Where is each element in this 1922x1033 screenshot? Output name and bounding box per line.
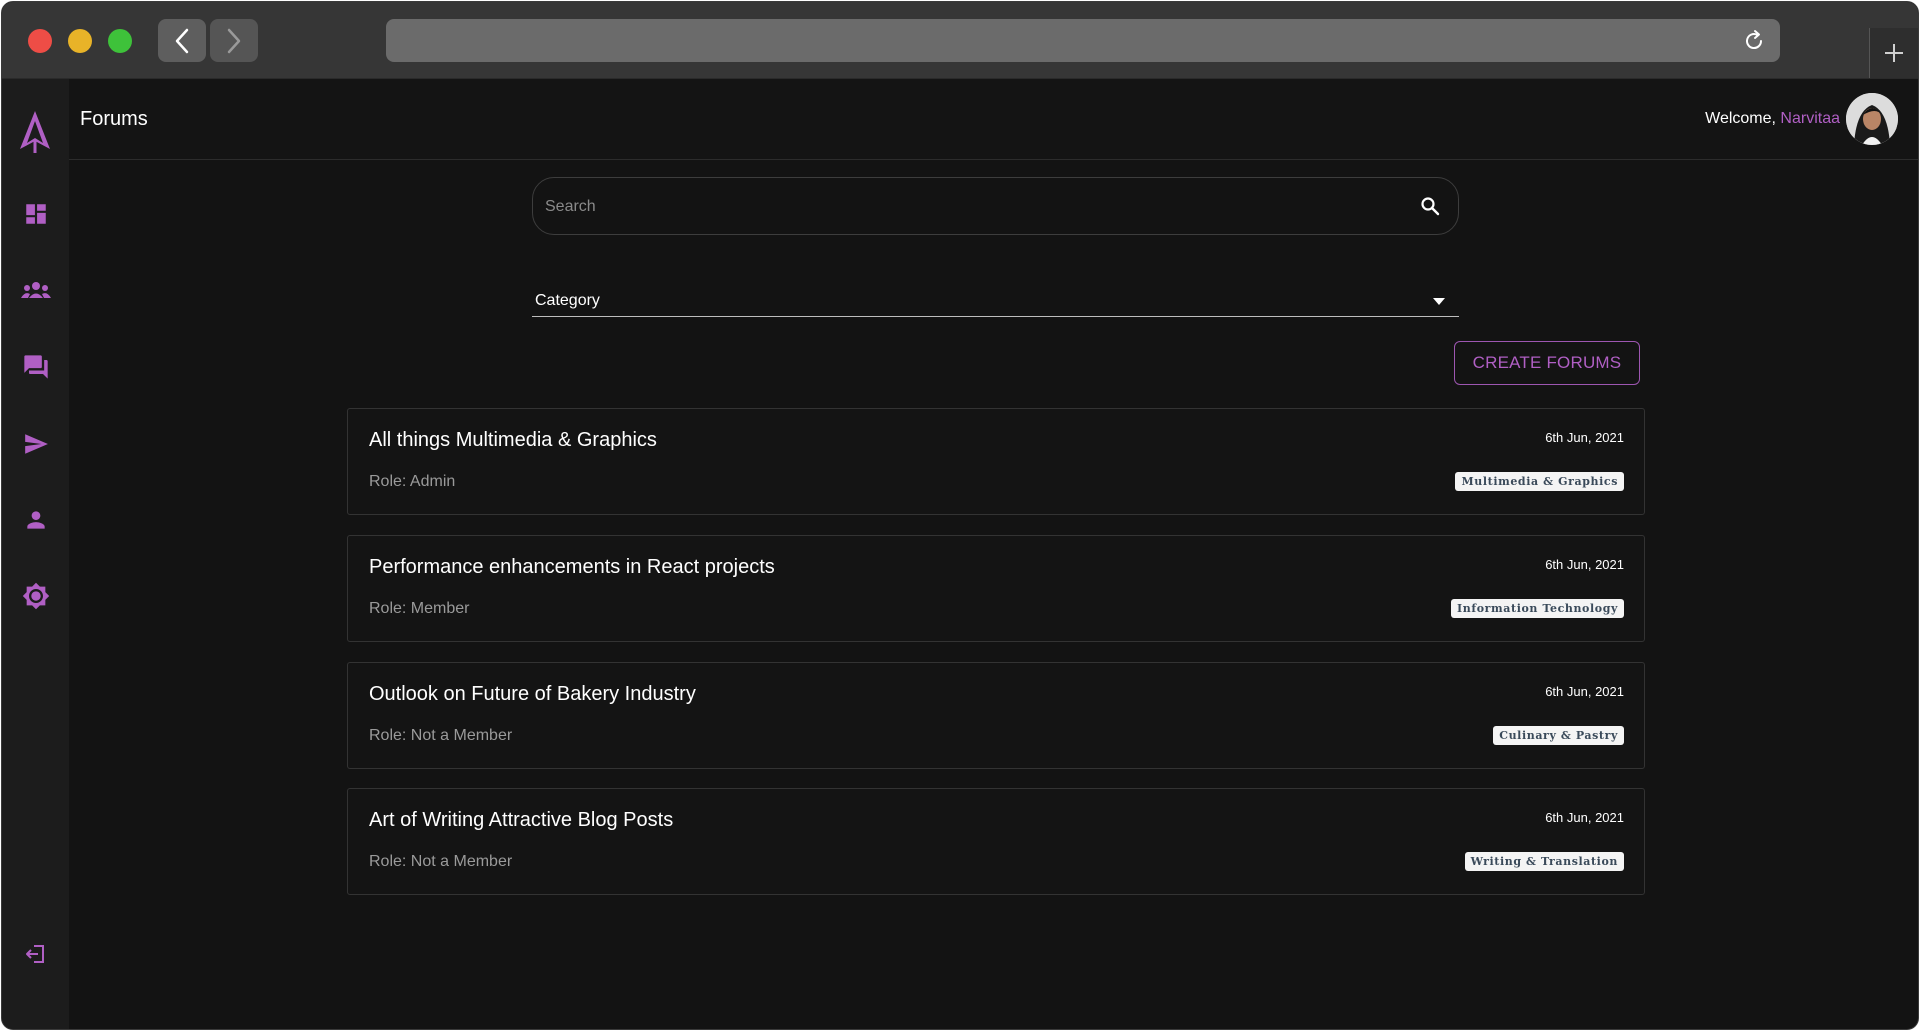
forum-title[interactable]: Art of Writing Attractive Blog Posts xyxy=(369,809,673,832)
send-icon[interactable] xyxy=(21,429,51,459)
forum-role: Role: Member xyxy=(369,600,470,617)
category-tag: Culinary & Pastry xyxy=(1493,726,1624,745)
sidebar xyxy=(2,79,69,1029)
category-tag: Multimedia & Graphics xyxy=(1455,472,1624,491)
person-icon[interactable] xyxy=(21,505,51,535)
forum-date: 6th Jun, 2021 xyxy=(1545,684,1624,699)
new-tab-button[interactable] xyxy=(1869,28,1918,78)
create-forums-button[interactable]: CREATE FORUMS xyxy=(1454,341,1640,385)
forum-date: 6th Jun, 2021 xyxy=(1545,430,1624,445)
page-title: Forums xyxy=(80,108,148,130)
forum-card[interactable]: Performance enhancements in React projec… xyxy=(347,535,1645,642)
caret-down-icon xyxy=(1433,298,1445,305)
browser-titlebar xyxy=(2,2,1918,79)
forum-title[interactable]: Performance enhancements in React projec… xyxy=(369,556,775,579)
dashboard-icon[interactable] xyxy=(21,199,51,229)
category-tag: Information Technology xyxy=(1451,599,1624,618)
close-window-button[interactable] xyxy=(28,29,52,53)
forum-role: Role: Admin xyxy=(369,473,456,490)
reload-icon[interactable] xyxy=(1742,29,1766,53)
search-icon[interactable] xyxy=(1420,196,1440,216)
welcome-text: Welcome, Narvitaa xyxy=(1705,110,1840,128)
forum-date: 6th Jun, 2021 xyxy=(1545,557,1624,572)
logout-icon[interactable] xyxy=(21,939,51,969)
plus-icon xyxy=(1885,44,1903,62)
category-select[interactable]: Category xyxy=(532,284,1459,317)
back-button[interactable] xyxy=(158,19,206,62)
forum-date: 6th Jun, 2021 xyxy=(1545,810,1624,825)
brightness-icon[interactable] xyxy=(21,581,51,611)
search-input[interactable] xyxy=(543,178,1407,236)
address-bar[interactable] xyxy=(386,19,1780,62)
category-tag: Writing & Translation xyxy=(1464,852,1624,871)
forum-card[interactable]: All things Multimedia & Graphics Role: A… xyxy=(347,408,1645,515)
search-box xyxy=(532,177,1459,236)
forum-title[interactable]: Outlook on Future of Bakery Industry xyxy=(369,683,696,706)
groups-icon[interactable] xyxy=(21,276,51,306)
forum-card[interactable]: Outlook on Future of Bakery Industry Rol… xyxy=(347,662,1645,769)
app-header: Forums Welcome, Narvitaa xyxy=(69,79,1918,160)
maximize-window-button[interactable] xyxy=(108,29,132,53)
forum-role: Role: Not a Member xyxy=(369,853,513,870)
browser-window: Forums Welcome, Narvitaa Category CREATE… xyxy=(1,1,1919,1030)
forum-title[interactable]: All things Multimedia & Graphics xyxy=(369,429,657,452)
forum-card[interactable]: Art of Writing Attractive Blog Posts Rol… xyxy=(347,788,1645,895)
category-label: Category xyxy=(535,292,600,309)
chevron-left-icon xyxy=(175,28,189,53)
minimize-window-button[interactable] xyxy=(68,29,92,53)
chevron-right-icon xyxy=(227,28,241,53)
forum-icon[interactable] xyxy=(21,352,51,382)
forum-role: Role: Not a Member xyxy=(369,727,513,744)
username[interactable]: Narvitaa xyxy=(1780,110,1840,127)
welcome-label: Welcome, xyxy=(1705,110,1776,127)
avatar[interactable] xyxy=(1846,93,1898,145)
logo-icon[interactable] xyxy=(17,109,53,155)
forward-button[interactable] xyxy=(210,19,258,62)
